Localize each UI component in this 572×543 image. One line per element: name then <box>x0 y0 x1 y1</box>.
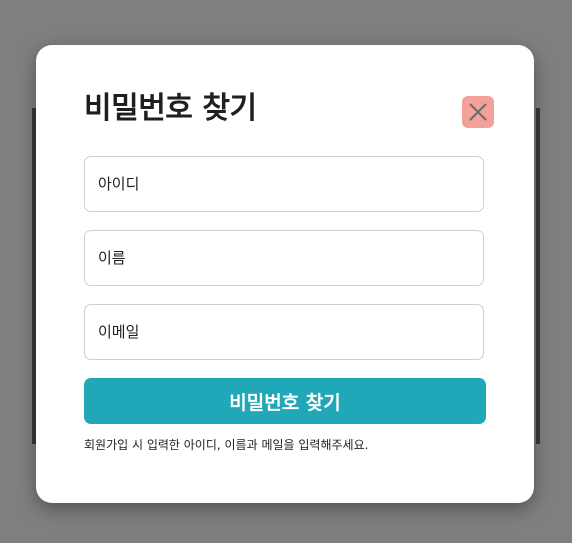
modal-title: 비밀번호 찾기 <box>84 91 257 126</box>
name-field-container <box>84 230 484 286</box>
id-input[interactable] <box>85 157 483 211</box>
find-password-button[interactable]: 비밀번호 찾기 <box>84 378 486 424</box>
backdrop-edge-right <box>536 108 540 444</box>
email-field-container <box>84 304 484 360</box>
helper-text: 회원가입 시 입력한 아이디, 이름과 메일을 입력해주세요. <box>84 438 369 452</box>
id-field-container <box>84 156 484 212</box>
close-icon <box>469 103 487 121</box>
name-input[interactable] <box>85 231 483 285</box>
close-button[interactable] <box>462 96 494 128</box>
find-password-modal: 비밀번호 찾기 비밀번호 찾기 회원가입 시 입력한 아이디, 이름과 메일을 … <box>36 45 534 503</box>
email-input[interactable] <box>85 305 483 359</box>
